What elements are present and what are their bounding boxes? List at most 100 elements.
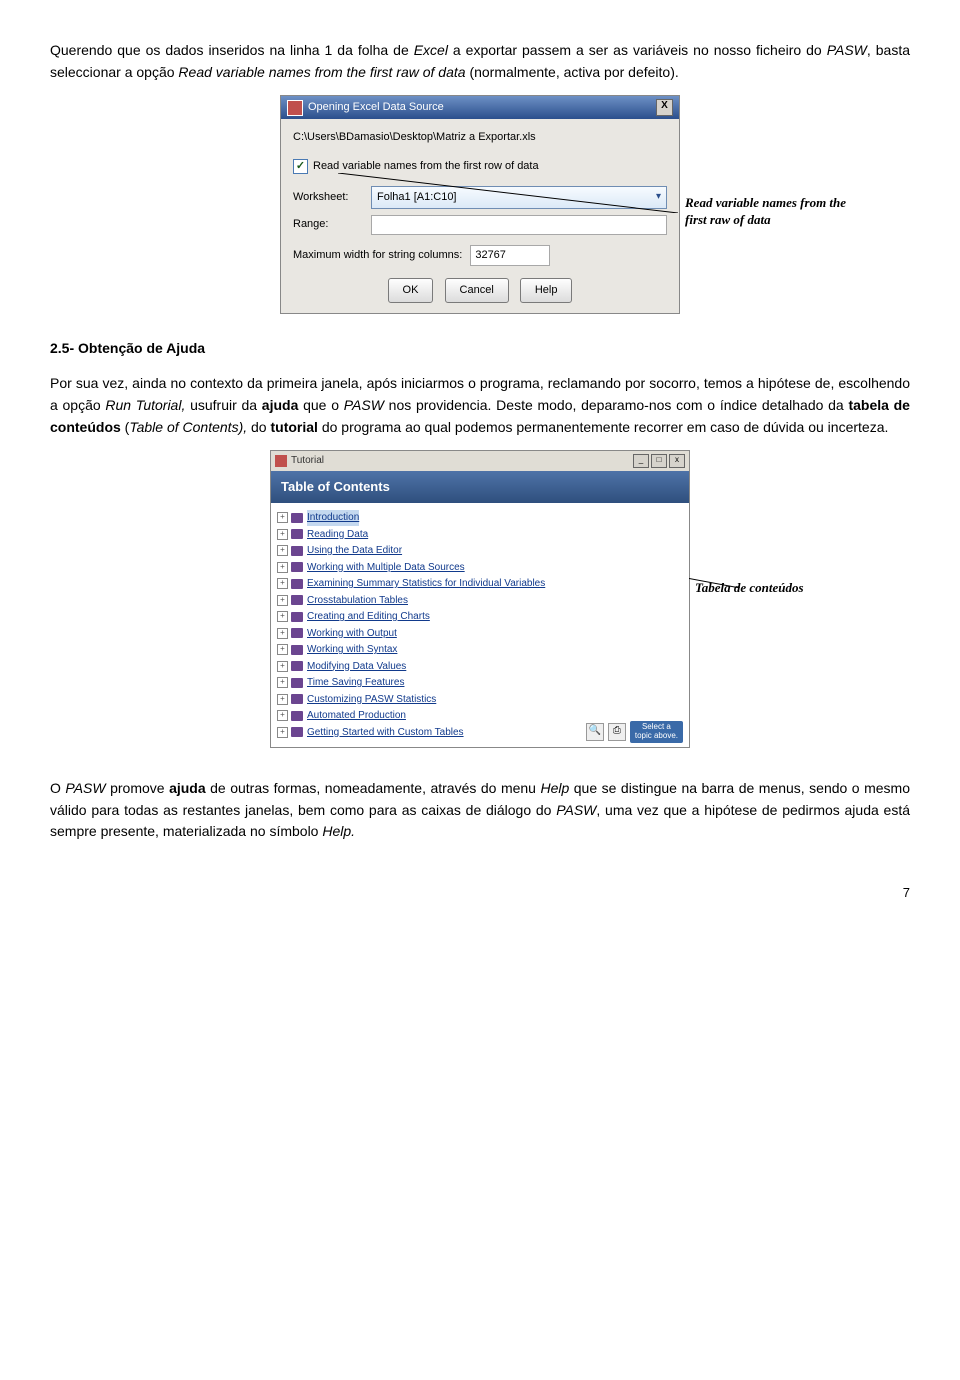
toc-item[interactable]: + Time Saving Features	[277, 675, 683, 691]
expand-icon[interactable]: +	[277, 644, 288, 655]
expand-icon[interactable]: +	[277, 611, 288, 622]
section-heading-2-5: 2.5- Obtenção de Ajuda	[50, 338, 910, 360]
expand-icon[interactable]: +	[277, 677, 288, 688]
book-icon	[291, 711, 303, 721]
expand-icon[interactable]: +	[277, 727, 288, 738]
book-icon	[291, 595, 303, 605]
text: de outras formas, nomeadamente, através …	[206, 780, 541, 796]
toc-link[interactable]: Examining Summary Statistics for Individ…	[307, 576, 545, 592]
app-icon	[275, 455, 287, 467]
book-icon	[291, 678, 303, 688]
print-icon[interactable]: ⎙	[608, 723, 626, 741]
maxwidth-input[interactable]: 32767	[470, 245, 550, 266]
range-row: Range:	[293, 215, 667, 235]
window-buttons: _ □ x	[633, 454, 685, 468]
expand-icon[interactable]: +	[277, 562, 288, 573]
expand-icon[interactable]: +	[277, 694, 288, 705]
toc-item[interactable]: + Working with Output	[277, 626, 683, 642]
toc-link[interactable]: Getting Started with Custom Tables	[307, 725, 464, 741]
worksheet-label: Worksheet:	[293, 189, 371, 206]
tutorial-footer: 🔍 ⎙ Select a topic above.	[586, 721, 683, 743]
book-icon	[291, 694, 303, 704]
text: do programa ao qual podemos permanenteme…	[318, 419, 888, 435]
text: Help.	[322, 823, 355, 839]
dialog-titlebar: Opening Excel Data Source X	[281, 96, 679, 119]
open-excel-dialog-figure: Opening Excel Data Source X C:\Users\BDa…	[280, 95, 680, 313]
toc-link[interactable]: Working with Output	[307, 626, 397, 642]
callout-label: Read variable names from the first raw o…	[685, 195, 850, 228]
expand-icon[interactable]: +	[277, 529, 288, 540]
tutorial-title: Tutorial	[291, 453, 633, 469]
book-icon	[291, 661, 303, 671]
toc-link[interactable]: Crosstabulation Tables	[307, 593, 408, 609]
close-button[interactable]: X	[656, 99, 673, 116]
toc-item[interactable]: + Examining Summary Statistics for Indivi…	[277, 576, 683, 592]
toc-link[interactable]: Customizing PASW Statistics	[307, 692, 436, 708]
toc-link[interactable]: Automated Production	[307, 708, 406, 724]
maximize-button[interactable]: □	[651, 454, 667, 468]
toc-item[interactable]: + Creating and Editing Charts	[277, 609, 683, 625]
toc-header: Table of Contents	[271, 471, 689, 503]
ok-button[interactable]: OK	[388, 278, 434, 303]
callout-text: Tabela de conteúdos	[695, 580, 865, 596]
hint-text: Select a	[642, 722, 671, 731]
text: PASW	[65, 780, 105, 796]
minimize-button[interactable]: _	[633, 454, 649, 468]
expand-icon[interactable]: +	[277, 628, 288, 639]
toc-link[interactable]: Working with Syntax	[307, 642, 397, 658]
file-path: C:\Users\BDamasio\Desktop\Matriz a Expor…	[293, 129, 667, 146]
dialog-buttons: OK Cancel Help	[293, 278, 667, 303]
text: Querendo que os dados inseridos na linha…	[50, 42, 414, 58]
toc-item[interactable]: + Modifying Data Values	[277, 659, 683, 675]
text: Run Tutorial,	[105, 397, 185, 413]
book-icon	[291, 612, 303, 622]
expand-icon[interactable]: +	[277, 545, 288, 556]
worksheet-row: Worksheet: Folha1 [A1:C10] ▾	[293, 186, 667, 209]
range-input[interactable]	[371, 215, 667, 235]
expand-icon[interactable]: +	[277, 661, 288, 672]
hint-text: topic above.	[635, 731, 678, 740]
toc-item[interactable]: + Customizing PASW Statistics	[277, 692, 683, 708]
toc-link[interactable]: Creating and Editing Charts	[307, 609, 430, 625]
expand-icon[interactable]: +	[277, 595, 288, 606]
text: promove	[106, 780, 169, 796]
help-paragraph: Por sua vez, ainda no contexto da primei…	[50, 373, 910, 438]
toc-item[interactable]: + Reading Data	[277, 527, 683, 543]
read-varnames-checkbox-row: ✓ Read variable names from the first row…	[293, 158, 667, 175]
book-icon	[291, 562, 303, 572]
toc-item[interactable]: + Working with Multiple Data Sources	[277, 560, 683, 576]
cancel-button[interactable]: Cancel	[445, 278, 509, 303]
expand-icon[interactable]: +	[277, 710, 288, 721]
toc-link[interactable]: Working with Multiple Data Sources	[307, 560, 465, 576]
toc-link[interactable]: Using the Data Editor	[307, 543, 402, 559]
callout-text: first raw of data	[685, 212, 850, 228]
book-icon	[291, 513, 303, 523]
toc-item[interactable]: + Introduction	[277, 510, 683, 526]
toc-link[interactable]: Modifying Data Values	[307, 659, 406, 675]
book-icon	[291, 579, 303, 589]
chevron-down-icon: ▾	[656, 189, 661, 205]
expand-icon[interactable]: +	[277, 512, 288, 523]
book-icon	[291, 645, 303, 655]
expand-icon[interactable]: +	[277, 578, 288, 589]
read-varnames-checkbox[interactable]: ✓	[293, 159, 308, 174]
worksheet-select[interactable]: Folha1 [A1:C10] ▾	[371, 186, 667, 209]
text: ajuda	[169, 780, 206, 796]
help-button[interactable]: Help	[520, 278, 573, 303]
toc-item[interactable]: + Using the Data Editor	[277, 543, 683, 559]
text: O	[50, 780, 65, 796]
toc-link[interactable]: Reading Data	[307, 527, 368, 543]
maxwidth-label: Maximum width for string columns:	[293, 247, 462, 264]
toc-link[interactable]: Introduction	[307, 510, 359, 526]
range-label: Range:	[293, 216, 371, 233]
book-icon	[291, 546, 303, 556]
search-icon[interactable]: 🔍	[586, 723, 604, 741]
book-icon	[291, 529, 303, 539]
dialog-title: Opening Excel Data Source	[308, 99, 656, 116]
toc-link[interactable]: Time Saving Features	[307, 675, 404, 691]
close-button[interactable]: x	[669, 454, 685, 468]
tutorial-figure: Tutorial _ □ x Table of Contents + Introd…	[270, 450, 690, 748]
text: que o	[298, 397, 343, 413]
toc-item[interactable]: + Working with Syntax	[277, 642, 683, 658]
toc-item[interactable]: + Crosstabulation Tables	[277, 593, 683, 609]
